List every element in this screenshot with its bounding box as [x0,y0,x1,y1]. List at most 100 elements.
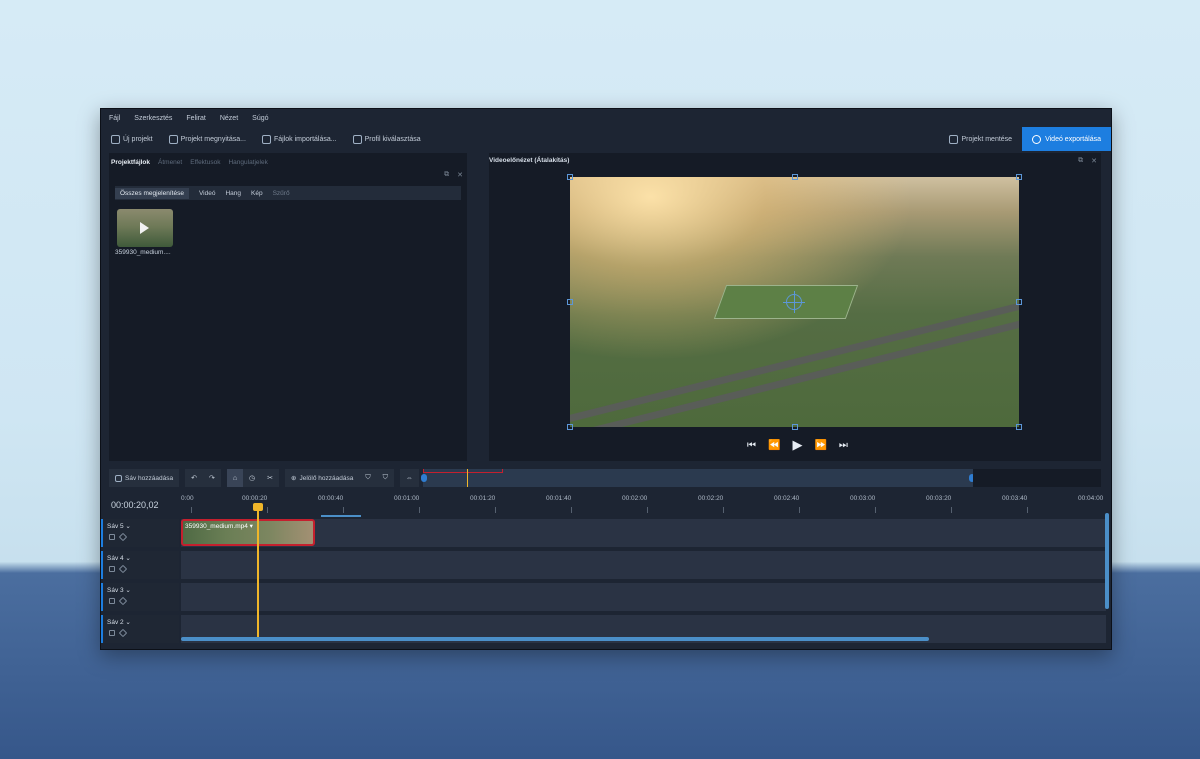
transform-handle[interactable] [567,424,573,430]
play-icon[interactable]: ▶ [792,437,802,453]
playhead[interactable] [257,505,259,639]
save-icon [949,134,959,144]
import-files-button[interactable]: Fájlok importálása... [261,134,337,144]
transform-handle[interactable] [567,174,573,180]
visibility-icon[interactable] [118,564,128,574]
menu-subtitle[interactable]: Felirat [186,115,205,122]
visibility-icon[interactable] [118,628,128,638]
menu-edit[interactable]: Szerkesztés [134,115,172,122]
ruler-tick [495,507,496,513]
visibility-icon[interactable] [118,596,128,606]
play-icon [140,222,149,234]
rewind-icon[interactable]: ⏪ [768,440,780,451]
filter-show-all[interactable]: Összes megjelenítése [115,187,189,199]
open-project-button[interactable]: Projekt megnyitása... [168,134,246,144]
ruler-label: 0:00 [181,495,194,502]
video-frame[interactable] [570,177,1019,427]
save-project-button[interactable]: Projekt mentése [949,134,1013,144]
ruler-label: 00:02:00 [622,495,648,502]
tab-emojis[interactable]: Hangulatjelek [228,159,267,171]
add-track-button[interactable]: Sáv hozzáadása [109,469,180,487]
preview-window-controls: ⧉ ✕ [1078,157,1097,165]
track-header[interactable]: Sáv 5 ⌄ [101,519,179,547]
undo-button[interactable]: ↶ [185,469,203,487]
ruler-tick [343,507,344,513]
track-header[interactable]: Sáv 3 ⌄ [101,583,179,611]
clock-icon: ◷ [249,475,256,482]
track-name: Sáv 5 ⌄ [107,523,131,530]
menu-file[interactable]: Fájl [109,115,120,122]
track-header[interactable]: Sáv 2 ⌄ [101,615,179,643]
time-ruler[interactable]: 0:00 00:00:20 00:00:40 00:01:00 00:01:20… [181,491,1106,517]
next-marker-button[interactable]: ⛉ [376,469,394,487]
add-marker-button[interactable]: ⊕ Jelölő hozzáadása [285,469,360,487]
track-lane[interactable] [181,583,1106,611]
transform-center-icon[interactable] [783,291,805,313]
filter-audio[interactable]: Hang [225,190,241,197]
ruler-tick [875,507,876,513]
selected-range[interactable] [321,515,361,517]
video-preview-panel: Videoelőnézet (Átalakítás) ⧉ ✕ ⏮ ⏪ ▶ ⏩ ⏭ [489,153,1101,461]
skip-start-icon[interactable]: ⏮ [747,440,756,451]
tab-effects[interactable]: Effektusok [190,159,220,171]
ruler-tick [419,507,420,513]
filter-input[interactable]: Szűrő [273,190,290,197]
timeline-overview-scrubber[interactable] [421,469,975,487]
transform-handle[interactable] [567,299,573,305]
export-video-label: Videó exportálása [1045,135,1101,143]
tab-project-files[interactable]: Projektfájlok [111,159,150,171]
lock-icon[interactable] [109,598,115,604]
current-timecode: 00:00:20,02 [111,500,159,510]
transform-handle[interactable] [792,174,798,180]
track-header[interactable]: Sáv 4 ⌄ [101,551,179,579]
save-project-label: Projekt mentése [961,135,1013,143]
cut-button[interactable]: ✂ [261,469,280,487]
video-clip[interactable]: 359930_medium.mp4 ▾ [181,519,315,546]
filter-image[interactable]: Kép [251,190,263,197]
horizontal-scrollbar[interactable] [181,637,929,641]
transform-handle[interactable] [1016,299,1022,305]
add-track-label: Sáv hozzáadása [125,474,174,482]
lock-icon[interactable] [109,566,115,572]
lock-icon[interactable] [109,534,115,540]
redo-button[interactable]: ↷ [202,469,221,487]
export-video-button[interactable]: Videó exportálása [1022,127,1111,151]
transform-handle[interactable] [792,424,798,430]
undock-icon[interactable]: ⧉ [1078,157,1083,165]
shield-icon: ⛉ [365,474,371,481]
choose-profile-button[interactable]: Profil kiválasztása [352,134,421,144]
skip-end-icon[interactable]: ⏭ [839,440,848,451]
close-icon[interactable]: ✕ [1091,157,1097,165]
file-thumbnail[interactable] [117,209,173,247]
track-label: Sáv 4 [107,555,124,562]
track-lane[interactable] [181,519,1106,547]
filter-video[interactable]: Videó [199,190,216,197]
close-icon[interactable]: ✕ [457,171,463,179]
fast-forward-icon[interactable]: ⏩ [814,440,826,451]
prev-marker-button[interactable]: ⛉ [359,469,377,487]
undock-icon[interactable]: ⧉ [444,171,449,179]
editor-window: Fájl Szerkesztés Felirat Nézet Súgó Új p… [100,108,1112,650]
vertical-scrollbar[interactable] [1105,513,1109,609]
track-lane[interactable] [181,551,1106,579]
add-marker-label: Jelölő hozzáadása [299,474,354,482]
clock-button[interactable]: ◷ [243,469,262,487]
magnet-button[interactable]: ⌂ [226,469,244,487]
track-label: Sáv 3 [107,587,124,594]
left-panel-tabs: Projektfájlok Átmenet Effektusok Hangula… [109,153,467,171]
folder-icon [168,134,178,144]
transform-handle[interactable] [1016,174,1022,180]
tab-transitions[interactable]: Átmenet [158,159,182,171]
menu-view[interactable]: Nézet [220,115,238,122]
scrubber-handle-left[interactable] [421,474,427,482]
zoom-fit-button[interactable]: ⇔ [399,469,419,487]
ruler-tick [647,507,648,513]
lock-icon[interactable] [109,630,115,636]
new-project-button[interactable]: Új projekt [111,134,153,144]
overview-viewport[interactable] [423,469,503,473]
menu-help[interactable]: Súgó [252,115,268,122]
overview-playhead [467,469,468,487]
visibility-icon[interactable] [118,532,128,542]
scrubber-empty [973,469,1101,487]
transform-handle[interactable] [1016,424,1022,430]
